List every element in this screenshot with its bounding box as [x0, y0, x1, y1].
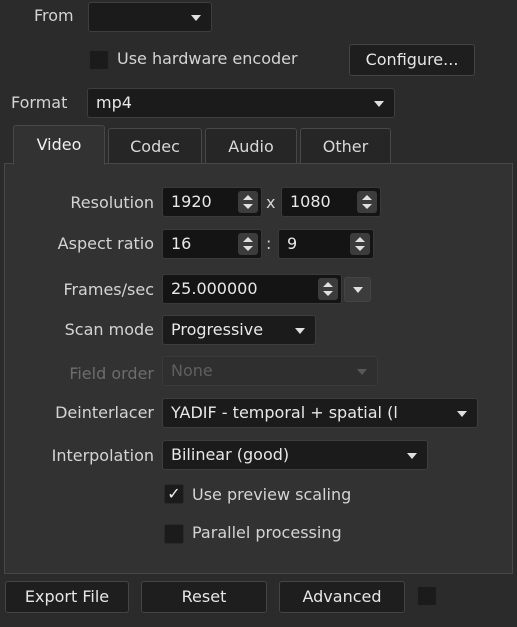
aspect-den-spinbox[interactable]: 9 — [278, 229, 374, 259]
parallel-processing-checkbox[interactable] — [164, 524, 184, 544]
resolution-label: Resolution — [70, 193, 154, 212]
from-combo[interactable] — [88, 2, 212, 32]
hardware-encoder-label: Use hardware encoder — [117, 49, 298, 68]
chevron-down-icon — [457, 411, 467, 417]
reset-button[interactable]: Reset — [141, 581, 267, 613]
tab-audio[interactable]: Audio — [205, 128, 297, 164]
field-order-combo: None — [162, 356, 378, 386]
spin-arrows-icon[interactable] — [357, 191, 377, 213]
field-order-value: None — [171, 361, 213, 380]
advanced-button[interactable]: Advanced — [279, 581, 405, 613]
fps-label: Frames/sec — [63, 280, 154, 299]
aspect-ratio-label: Aspect ratio — [57, 234, 154, 253]
format-value: mp4 — [96, 93, 132, 112]
deinterlacer-label: Deinterlacer — [55, 403, 154, 422]
chevron-down-icon — [191, 15, 201, 21]
scan-mode-value: Progressive — [171, 320, 264, 339]
interpolation-combo[interactable]: Bilinear (good) — [162, 440, 428, 470]
fps-value: 25.000000 — [171, 279, 258, 298]
from-label: From — [34, 6, 74, 25]
field-order-label: Field order — [69, 364, 154, 383]
tab-video[interactable]: Video — [13, 125, 105, 165]
scan-mode-combo[interactable]: Progressive — [162, 315, 316, 345]
hardware-encoder-checkbox[interactable] — [89, 50, 109, 70]
aspect-num-value: 16 — [171, 234, 192, 253]
preview-scaling-checkbox[interactable]: ✓ — [164, 484, 184, 504]
resolution-width-value: 1920 — [171, 192, 212, 211]
deinterlacer-combo[interactable]: YADIF - temporal + spatial (l — [162, 398, 478, 428]
resolution-height-spinbox[interactable]: 1080 — [281, 187, 381, 217]
aspect-den-value: 9 — [287, 234, 298, 253]
tab-codec[interactable]: Codec — [108, 128, 202, 164]
spin-arrows-icon[interactable] — [238, 191, 258, 213]
chevron-down-icon — [353, 287, 363, 293]
advanced-checkbox[interactable] — [417, 586, 437, 606]
format-label: Format — [11, 93, 68, 112]
chevron-down-icon — [374, 101, 384, 107]
chevron-down-icon — [407, 453, 417, 459]
configure-button[interactable]: Configure... — [349, 44, 475, 76]
chevron-down-icon — [295, 328, 305, 334]
export-file-button[interactable]: Export File — [5, 581, 129, 613]
preview-scaling-label: Use preview scaling — [192, 485, 352, 504]
fps-presets-button[interactable] — [344, 277, 371, 302]
spin-arrows-icon[interactable] — [318, 278, 338, 300]
parallel-processing-label: Parallel processing — [192, 523, 342, 542]
spin-arrows-icon[interactable] — [350, 233, 370, 255]
aspect-separator: : — [266, 234, 272, 253]
format-combo[interactable]: mp4 — [87, 88, 395, 118]
deinterlacer-value: YADIF - temporal + spatial (l — [171, 403, 398, 422]
interpolation-label: Interpolation — [51, 446, 154, 465]
resolution-height-value: 1080 — [290, 192, 331, 211]
scan-mode-label: Scan mode — [64, 320, 154, 339]
fps-spinbox[interactable]: 25.000000 — [162, 274, 342, 304]
chevron-down-icon — [357, 369, 367, 375]
resolution-width-spinbox[interactable]: 1920 — [162, 187, 262, 217]
interpolation-value: Bilinear (good) — [171, 445, 290, 464]
aspect-num-spinbox[interactable]: 16 — [162, 229, 262, 259]
spin-arrows-icon[interactable] — [238, 233, 258, 255]
tab-other[interactable]: Other — [300, 128, 391, 164]
resolution-separator: x — [266, 193, 276, 212]
